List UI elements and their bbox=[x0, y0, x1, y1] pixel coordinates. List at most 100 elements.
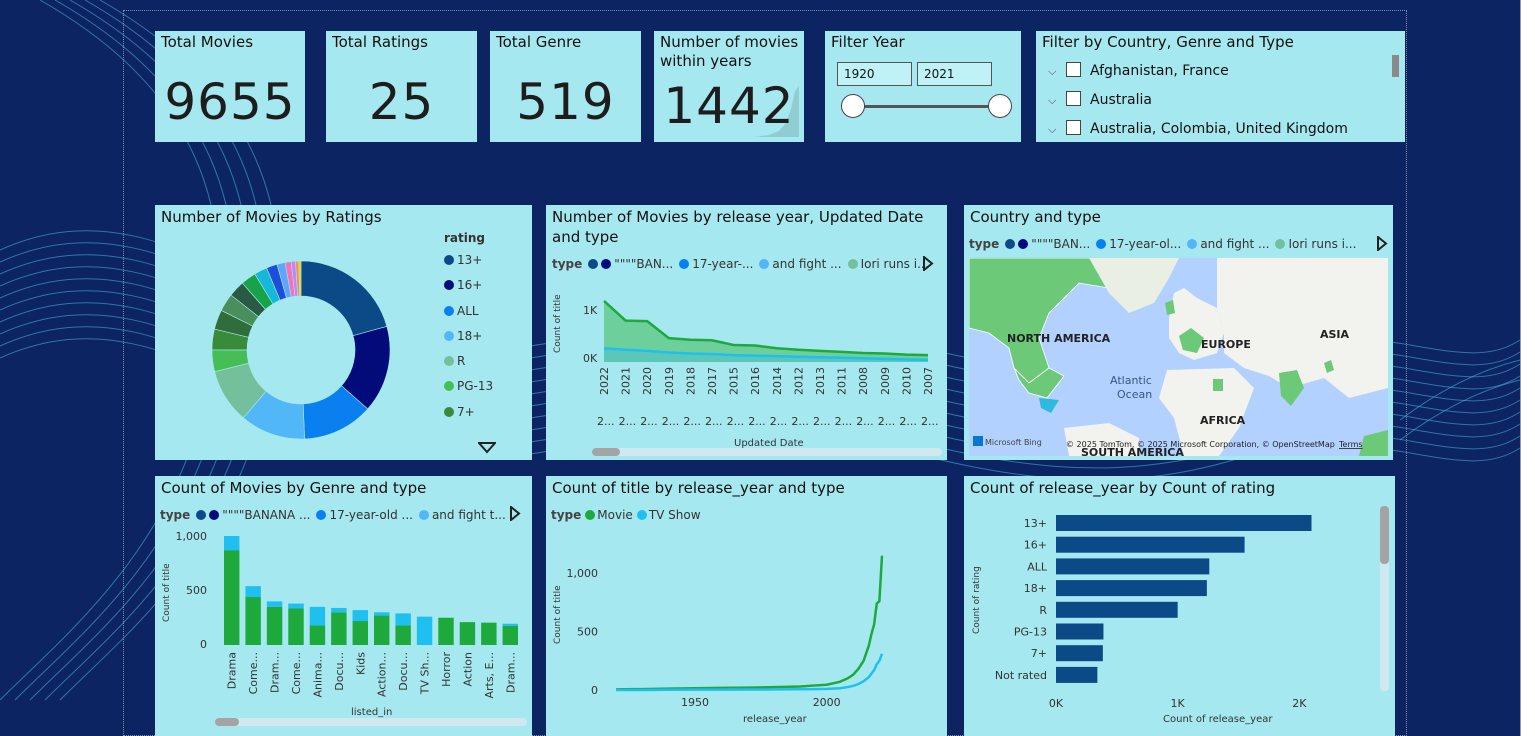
hbar[interactable] bbox=[1056, 558, 1210, 575]
bar-tvshow[interactable] bbox=[224, 536, 240, 551]
hbar[interactable] bbox=[1056, 623, 1104, 640]
bar-movie[interactable] bbox=[224, 550, 240, 645]
legend-item[interactable]: 18+ bbox=[444, 329, 482, 343]
legend-label[interactable]: Iori runs i... bbox=[1288, 237, 1356, 251]
x-tick-label: Drama bbox=[226, 652, 239, 689]
bar-tvshow[interactable] bbox=[309, 606, 326, 626]
chevron-down-icon[interactable]: ⌵ bbox=[1048, 65, 1066, 79]
bar-movie[interactable] bbox=[245, 597, 261, 645]
legend-item[interactable]: 7+ bbox=[444, 405, 475, 419]
bar-movie[interactable] bbox=[459, 622, 476, 645]
x-axis-label: Count of release_year bbox=[1163, 714, 1273, 725]
line-series-tv-show[interactable] bbox=[616, 653, 884, 692]
x-sub-label: 2... bbox=[640, 415, 658, 428]
bar-tvshow[interactable] bbox=[395, 613, 411, 626]
legend-item[interactable]: R bbox=[444, 354, 465, 368]
slicer-item[interactable]: ⌵ Afghanistan, France bbox=[1048, 62, 1229, 79]
year-start-input[interactable]: 1920 bbox=[837, 62, 912, 86]
vertical-scrollbar[interactable] bbox=[1380, 506, 1389, 691]
bar-movie[interactable] bbox=[438, 617, 454, 645]
legend-item[interactable]: 16+ bbox=[444, 278, 482, 292]
hbar[interactable] bbox=[1056, 515, 1312, 531]
y-tick-label: 16+ bbox=[1024, 539, 1047, 552]
bar-movie[interactable] bbox=[309, 625, 326, 645]
x-tick-label: Docu... bbox=[397, 652, 410, 691]
legend-item[interactable]: ALL bbox=[444, 304, 479, 318]
bar-tvshow[interactable] bbox=[331, 607, 347, 613]
horizontal-scrollbar[interactable] bbox=[592, 448, 942, 456]
genre-bar-chart[interactable]: Drama Come... Dram... Come... Anima... Docu..… bbox=[155, 476, 532, 736]
rating-hbar-card: Count of release_year by Count of rating… bbox=[964, 476, 1395, 736]
x-tick-label: 2007 bbox=[922, 367, 935, 395]
bar-movie[interactable] bbox=[266, 606, 283, 645]
bar-movie[interactable] bbox=[288, 608, 304, 645]
hbar[interactable] bbox=[1056, 580, 1207, 597]
scrollbar-thumb[interactable] bbox=[592, 448, 620, 456]
bar-movie[interactable] bbox=[395, 625, 411, 645]
line-series-movie[interactable] bbox=[615, 555, 884, 691]
scrollbar-thumb[interactable] bbox=[215, 718, 239, 726]
bar-movie[interactable] bbox=[502, 625, 518, 645]
hbar[interactable] bbox=[1056, 666, 1098, 683]
donut-slice[interactable] bbox=[300, 260, 388, 337]
legend-label[interactable]: 17-year-ol... bbox=[1109, 237, 1181, 251]
y-tick-label: 0 bbox=[200, 638, 207, 651]
label-europe: EUROPE bbox=[1201, 338, 1251, 351]
filter-year-title: Filter Year bbox=[831, 33, 905, 51]
bar-tvshow[interactable] bbox=[502, 623, 518, 626]
chevron-down-icon[interactable]: ⌵ bbox=[1048, 94, 1066, 108]
legend-label[interactable]: and fight ... bbox=[1200, 237, 1269, 251]
bar-tvshow[interactable] bbox=[352, 610, 368, 622]
year-slider-track[interactable] bbox=[853, 105, 1001, 108]
chevron-down-icon[interactable]: ⌵ bbox=[1048, 123, 1066, 137]
slicer-item[interactable]: ⌵ Australia bbox=[1048, 91, 1152, 108]
x-sub-label: 2... bbox=[619, 415, 637, 428]
checkbox[interactable] bbox=[1066, 120, 1081, 135]
scrollbar-thumb[interactable] bbox=[1380, 506, 1389, 564]
bar-tvshow[interactable] bbox=[245, 586, 261, 598]
legend-next-icon[interactable] bbox=[1376, 236, 1388, 251]
checkbox[interactable] bbox=[1066, 62, 1081, 77]
legend-item[interactable]: 13+ bbox=[444, 253, 482, 267]
x-tick-label: 2013 bbox=[814, 367, 827, 395]
y-tick-label: 500 bbox=[186, 584, 207, 597]
year-slider-handle-start[interactable] bbox=[841, 94, 865, 118]
slicer-item[interactable]: ⌵ Australia, Colombia, United Kingdom bbox=[1048, 120, 1348, 137]
legend-title: rating bbox=[444, 231, 485, 245]
bar-movie[interactable] bbox=[374, 615, 390, 645]
bar-tvshow[interactable] bbox=[288, 603, 304, 609]
bar-tvshow[interactable] bbox=[374, 612, 390, 616]
vertical-scrollbar[interactable] bbox=[1520, 0, 1535, 736]
bar-movie[interactable] bbox=[331, 612, 347, 645]
legend-label[interactable]: """"BAN... bbox=[1031, 237, 1090, 251]
hbar[interactable] bbox=[1056, 536, 1245, 553]
year-slider-handle-end[interactable] bbox=[988, 94, 1012, 118]
bar-tvshow[interactable] bbox=[416, 616, 433, 645]
year-end-input[interactable]: 2021 bbox=[917, 62, 992, 86]
hbar[interactable] bbox=[1056, 601, 1178, 618]
slicer-scrollbar[interactable] bbox=[1392, 55, 1399, 77]
legend-dot bbox=[444, 331, 454, 341]
bar-movie[interactable] bbox=[352, 621, 368, 645]
area-chart[interactable]: 1K 0K Count of title 2022 2... 2021 2... 2020 2.… bbox=[546, 205, 947, 460]
line-chart[interactable]: 1,000 500 0 1950 2000 Count of title release_y… bbox=[546, 476, 947, 736]
checkbox[interactable] bbox=[1066, 91, 1081, 106]
x-axis-label: release_year bbox=[743, 714, 808, 725]
y-tick-label: 0 bbox=[591, 684, 598, 697]
horizontal-scrollbar[interactable] bbox=[215, 718, 527, 726]
kpi-value: 1442 bbox=[663, 77, 795, 135]
map-terms-link[interactable]: Terms bbox=[1338, 440, 1363, 449]
legend-item[interactable]: PG-13 bbox=[444, 379, 493, 393]
bar-tvshow[interactable] bbox=[266, 601, 283, 607]
slicer-item-label: Australia, Colombia, United Kingdom bbox=[1090, 121, 1348, 137]
hbar[interactable] bbox=[1056, 645, 1103, 662]
y-tick-label: 500 bbox=[577, 626, 598, 639]
kpi-value: 9655 bbox=[164, 73, 296, 131]
legend-dot bbox=[444, 306, 454, 316]
legend-scroll-down-icon[interactable] bbox=[478, 442, 496, 454]
rating-bar-chart[interactable]: 13+16+ALL18+RPG-137+Not rated0K 1K 2KCount… bbox=[964, 476, 1395, 736]
bar-movie[interactable] bbox=[481, 622, 497, 645]
world-map[interactable]: NORTH AMERICA EUROPE ASIA Atlantic Ocean… bbox=[969, 258, 1388, 456]
y-axis-label: Count of title bbox=[553, 585, 563, 644]
y-tick-label: Not rated bbox=[995, 669, 1047, 682]
